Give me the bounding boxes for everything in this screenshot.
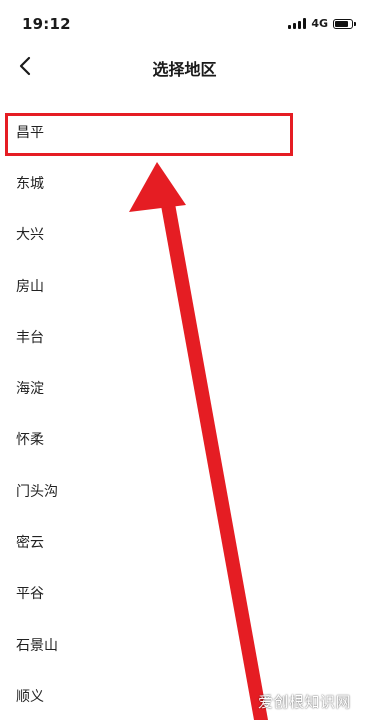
region-item-fengtai[interactable]: 丰台 bbox=[0, 311, 369, 362]
region-item-changping[interactable]: 昌平 bbox=[0, 106, 369, 157]
page-title: 选择地区 bbox=[152, 60, 217, 79]
region-item-miyun[interactable]: 密云 bbox=[0, 516, 369, 567]
status-bar: 19:12 4G bbox=[0, 0, 369, 48]
region-item-shijingshan[interactable]: 石景山 bbox=[0, 619, 369, 670]
region-item-haidian[interactable]: 海淀 bbox=[0, 362, 369, 413]
region-item-huairou[interactable]: 怀柔 bbox=[0, 414, 369, 465]
region-item-fangshan[interactable]: 房山 bbox=[0, 260, 369, 311]
battery-icon bbox=[333, 18, 356, 29]
region-item-mentougou[interactable]: 门头沟 bbox=[0, 465, 369, 516]
region-item-dongcheng[interactable]: 东城 bbox=[0, 157, 369, 208]
network-label: 4G bbox=[311, 17, 328, 30]
signal-icon bbox=[288, 18, 307, 29]
status-time: 19:12 bbox=[22, 15, 71, 33]
nav-bar: 选择地区 bbox=[0, 48, 369, 86]
region-item-pinggu[interactable]: 平谷 bbox=[0, 568, 369, 619]
region-item-daxing[interactable]: 大兴 bbox=[0, 209, 369, 260]
screen: 19:12 4G 选择地区 昌平 东城 大兴 房山 丰台 海淀 怀柔 门头沟 密 bbox=[0, 0, 369, 720]
watermark: 爱创根知识网 bbox=[257, 693, 351, 711]
status-icons: 4G bbox=[288, 17, 356, 30]
region-list: 昌平 东城 大兴 房山 丰台 海淀 怀柔 门头沟 密云 平谷 石景山 顺义 bbox=[0, 106, 369, 720]
